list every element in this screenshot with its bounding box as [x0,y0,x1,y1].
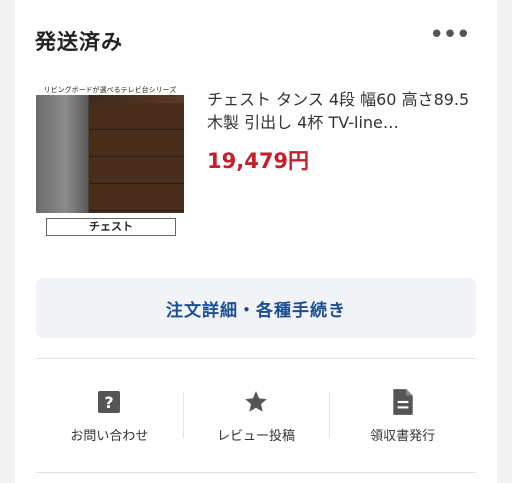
contact-label: お問い合わせ [70,428,149,444]
svg-text:?: ? [105,393,114,412]
more-icon[interactable]: ••• [429,20,471,50]
review-label: レビュー投稿 [217,428,296,444]
order-card: 発送済み ••• リビングボードが選べるテレビ台シリーズ チェスト チェスト タ… [15,0,497,483]
document-icon [392,387,414,417]
thumbnail-label: チェスト [46,218,176,236]
receipt-label: 領収書発行 [370,428,436,444]
chest-drawers-graphic [90,103,184,213]
order-detail-button[interactable]: 注文詳細・各種手続き [36,278,476,338]
action-bar: ? お問い合わせ レビュー投稿 領収書発行 [36,370,476,460]
product-thumbnail[interactable]: リビングボードが選べるテレビ台シリーズ チェスト [36,85,184,236]
divider [36,472,476,473]
receipt-button[interactable]: 領収書発行 [329,370,476,460]
product-title[interactable]: チェスト タンス 4段 幅60 高さ89.5 木製 引出し 4杯 TV-line… [207,88,477,134]
product-price: 19,479円 [207,149,310,173]
star-icon [243,387,269,417]
divider [36,358,476,359]
question-icon: ? [97,387,121,417]
thumbnail-banner: リビングボードが選べるテレビ台シリーズ [43,86,177,94]
review-button[interactable]: レビュー投稿 [182,370,330,460]
contact-button[interactable]: ? お問い合わせ [36,370,183,460]
order-status: 発送済み [35,30,123,54]
